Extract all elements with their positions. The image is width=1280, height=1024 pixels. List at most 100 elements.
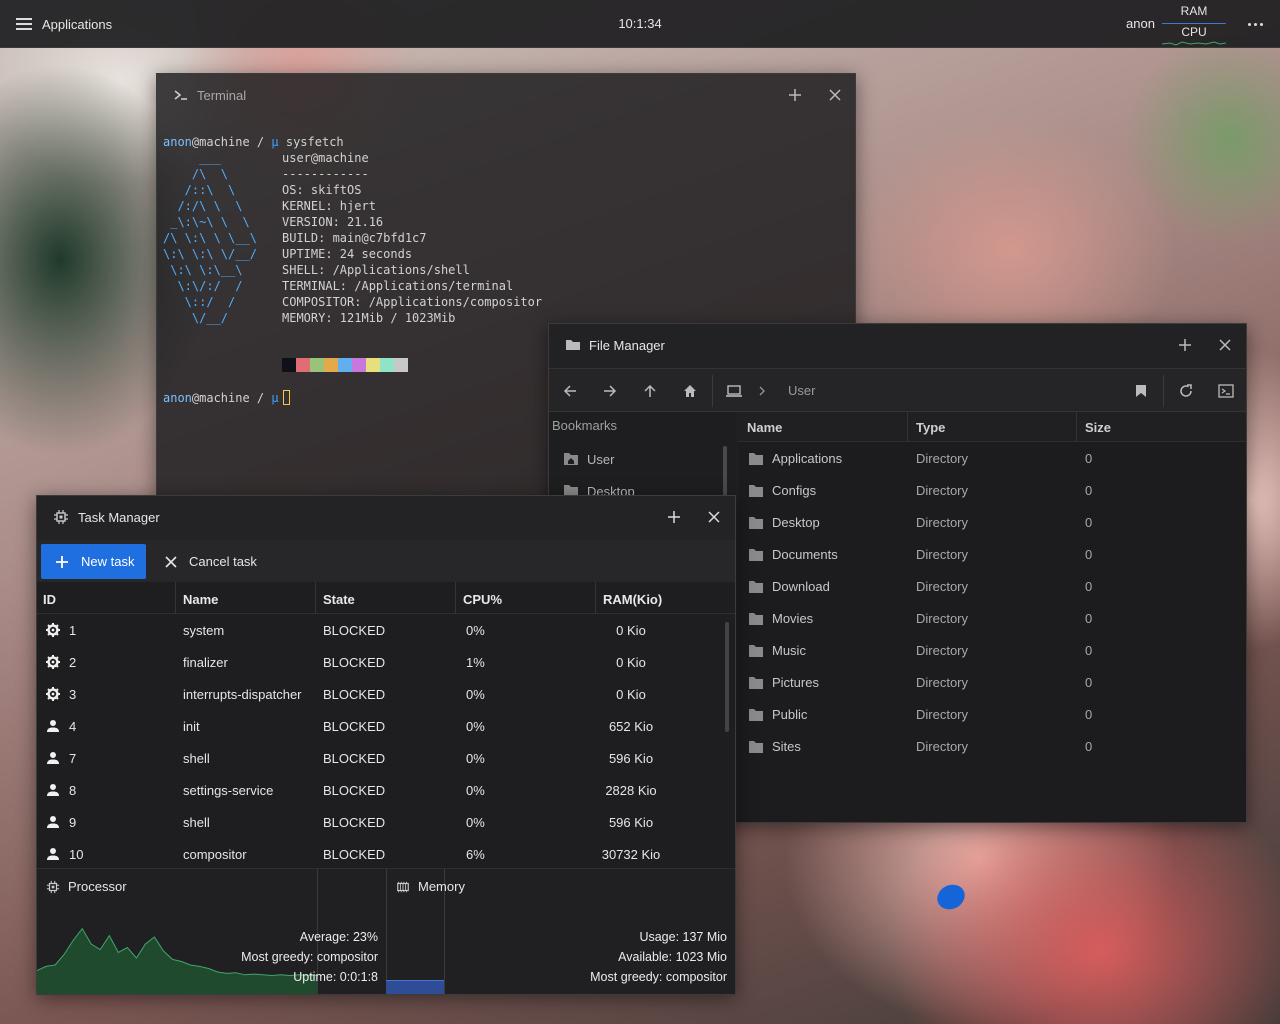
column-header-name[interactable]: Name: [747, 420, 782, 435]
column-header-id[interactable]: ID: [43, 592, 56, 607]
task-row[interactable]: 1 system BLOCKED 0% 0 Kio: [37, 614, 735, 646]
chip-icon: [54, 510, 68, 524]
clock-text[interactable]: 10:1:34: [618, 16, 661, 31]
desktop-cursor-blob: [934, 880, 968, 914]
cancel-task-button[interactable]: Cancel task: [159, 544, 269, 579]
prompt-symbol: µ: [271, 135, 279, 149]
task-row[interactable]: 3 interrupts-dispatcher BLOCKED 0% 0 Kio: [37, 678, 735, 710]
new-window-button[interactable]: [664, 507, 684, 527]
toolbar-separator: [1163, 375, 1164, 407]
user-icon: [46, 815, 60, 829]
file-manager-titlebar[interactable]: File Manager: [549, 324, 1246, 366]
column-header-type[interactable]: Type: [916, 420, 945, 435]
bookmark-item-user[interactable]: User: [563, 447, 713, 471]
logo-line: ___: [163, 151, 221, 165]
column-header-cpu[interactable]: CPU%: [463, 592, 502, 607]
file-row[interactable]: Movies Directory 0: [738, 603, 1246, 635]
file-type: Directory: [916, 675, 969, 690]
file-row[interactable]: Download Directory 0: [738, 571, 1246, 603]
task-cpu: 1%: [466, 655, 485, 670]
terminal-close-button[interactable]: [825, 85, 845, 105]
home-button[interactable]: [680, 381, 700, 401]
column-separator: [175, 582, 176, 614]
up-button[interactable]: [640, 381, 660, 401]
file-name: Applications: [772, 451, 843, 466]
new-tab-button[interactable]: [785, 85, 805, 105]
task-state: BLOCKED: [323, 719, 386, 734]
task-state: BLOCKED: [323, 815, 386, 830]
processor-average: Average: 23%: [299, 930, 378, 944]
refresh-button[interactable]: [1176, 381, 1196, 401]
terminal-titlebar[interactable]: Terminal: [157, 74, 855, 116]
file-list: Name Type Size Applications Directory 0 Con…: [738, 412, 1246, 822]
arrow-left-icon: [563, 385, 576, 397]
file-row[interactable]: Configs Directory 0: [738, 475, 1246, 507]
file-row[interactable]: Music Directory 0: [738, 635, 1246, 667]
file-manager-close-button[interactable]: [1215, 335, 1235, 355]
file-row[interactable]: Documents Directory 0: [738, 539, 1246, 571]
file-row[interactable]: Public Directory 0: [738, 699, 1246, 731]
user-name[interactable]: anon: [1126, 16, 1155, 31]
task-ram: 0 Kio: [616, 623, 646, 638]
file-row[interactable]: Applications Directory 0: [738, 443, 1246, 475]
task-id: 2: [69, 655, 77, 670]
file-type: Directory: [916, 515, 969, 530]
logo-line: /::\ \: [163, 183, 236, 197]
sidebar-scrollbar[interactable]: [723, 446, 727, 496]
column-header-size[interactable]: Size: [1085, 420, 1111, 435]
file-list-header: Name Type Size: [738, 412, 1246, 442]
file-manager-toolbar: User: [549, 368, 1246, 412]
file-row[interactable]: Desktop Directory 0: [738, 507, 1246, 539]
column-header-ram[interactable]: RAM(Kio): [603, 592, 662, 607]
laptop-icon: [726, 385, 742, 397]
bookmark-button[interactable]: [1131, 381, 1151, 401]
memory-available: Available: 1023 Mio: [618, 950, 727, 964]
back-button[interactable]: [560, 381, 580, 401]
close-icon: [708, 511, 720, 523]
more-options-icon[interactable]: [1244, 14, 1266, 34]
sysfetch-line: BUILD: main@c7bfd1c7: [282, 231, 427, 245]
task-id: 8: [69, 783, 77, 798]
task-manager-titlebar[interactable]: Task Manager: [37, 496, 735, 538]
task-row[interactable]: 10 compositor BLOCKED 6% 30732 Kio: [37, 838, 735, 868]
task-row[interactable]: 2 finalizer BLOCKED 1% 0 Kio: [37, 646, 735, 678]
task-state: BLOCKED: [323, 751, 386, 766]
terminal-input-line[interactable]: anon@machine / µ: [163, 390, 290, 406]
forward-button[interactable]: [600, 381, 620, 401]
column-header-name[interactable]: Name: [183, 592, 218, 607]
task-table-scrollbar[interactable]: [725, 622, 729, 732]
folder-icon: [749, 677, 763, 689]
task-id: 4: [69, 719, 77, 734]
ram-gauge[interactable]: RAM: [1162, 4, 1226, 24]
computer-button[interactable]: [724, 381, 744, 401]
applications-menu-button[interactable]: Applications: [16, 12, 112, 36]
gear-icon: [46, 623, 60, 637]
breadcrumb-user[interactable]: User: [788, 383, 815, 398]
palette-swatch: [394, 358, 408, 372]
task-row[interactable]: 9 shell BLOCKED 0% 596 Kio: [37, 806, 735, 838]
menu-icon: [16, 18, 32, 30]
task-row[interactable]: 7 shell BLOCKED 0% 596 Kio: [37, 742, 735, 774]
task-cpu: 0%: [466, 751, 485, 766]
prompt-line-active: anon@machine / µ: [163, 390, 290, 406]
task-row[interactable]: 4 init BLOCKED 0% 652 Kio: [37, 710, 735, 742]
column-header-state[interactable]: State: [323, 592, 355, 607]
palette-swatch: [338, 358, 352, 372]
logo-line: /:/\ \ \: [163, 199, 243, 213]
palette-swatch: [324, 358, 338, 372]
memory-panel: Memory Usage: 137 Mio Available: 1023 Mi…: [386, 869, 735, 994]
file-row[interactable]: Pictures Directory 0: [738, 667, 1246, 699]
palette-swatch: [296, 358, 310, 372]
file-row[interactable]: Sites Directory 0: [738, 731, 1246, 763]
task-row[interactable]: 8 settings-service BLOCKED 0% 2828 Kio: [37, 774, 735, 806]
chip-icon: [46, 880, 60, 893]
task-name: settings-service: [183, 783, 274, 798]
sysfetch-line: UPTIME: 24 seconds: [282, 247, 413, 261]
new-window-button[interactable]: [1175, 335, 1195, 355]
open-terminal-button[interactable]: [1216, 381, 1236, 401]
resource-graphs: Processor Average: 23% Most greedy: comp…: [37, 868, 735, 994]
gear-icon: [46, 655, 60, 669]
prompt-host: @machine /: [191, 391, 272, 405]
new-task-button[interactable]: New task: [41, 544, 146, 579]
task-manager-close-button[interactable]: [704, 507, 724, 527]
